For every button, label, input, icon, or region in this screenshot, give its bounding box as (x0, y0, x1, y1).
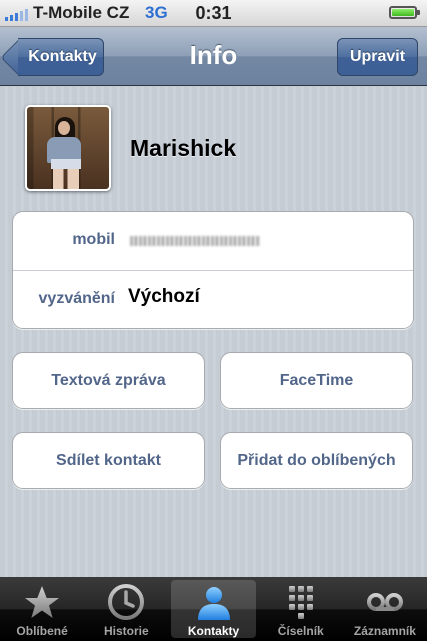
add-to-favorites-button[interactable]: Přidat do oblíbených (220, 432, 413, 489)
tab-label-contacts: Kontakty (187, 624, 240, 638)
star-icon (25, 586, 60, 618)
status-time: 0:31 (195, 3, 232, 23)
clock-icon (108, 584, 145, 620)
ringtone-label: vyzvánění (38, 290, 115, 307)
status-bar: T-Mobile CZ 3G 0:31 (0, 0, 427, 27)
contact-photo[interactable] (25, 105, 111, 191)
tab-bar: Oblíbené Historie Kontakty Číselník Zázn… (0, 577, 427, 641)
navigation-bar: Kontakty Info Upravit (0, 27, 427, 86)
back-button-contacts[interactable]: Kontakty (18, 38, 104, 76)
phone-row[interactable]: mobil (13, 212, 413, 270)
facetime-button[interactable]: FaceTime (220, 352, 413, 409)
battery-icon (389, 6, 420, 19)
ringtone-row[interactable]: vyzvánění Výchozí (13, 270, 413, 329)
contact-info-view: Marishick mobil vyzvánění Výchozí Textov… (0, 87, 427, 577)
contact-fields-group: mobil vyzvánění Výchozí (12, 211, 414, 329)
tab-voicemail[interactable]: Záznamník (343, 577, 427, 641)
ringtone-value: Výchozí (128, 286, 200, 307)
text-message-button[interactable]: Textová zpráva (12, 352, 205, 409)
tab-label-voicemail: Záznamník (353, 624, 416, 638)
person-icon (197, 587, 230, 620)
tab-label-favorites: Oblíbené (16, 624, 68, 638)
tab-favorites[interactable]: Oblíbené (0, 577, 84, 641)
tab-keypad[interactable]: Číselník (259, 577, 343, 641)
contact-name: Marishick (130, 135, 237, 161)
edit-button[interactable]: Upravit (337, 38, 418, 76)
tab-history[interactable]: Historie (84, 577, 168, 641)
tab-label-keypad: Číselník (277, 624, 324, 638)
share-contact-button[interactable]: Sdílet kontakt (12, 432, 205, 489)
phone-label: mobil (72, 231, 115, 248)
phone-number-redacted (130, 236, 260, 246)
tab-label-history: Historie (103, 624, 149, 638)
keypad-icon (288, 586, 313, 619)
voicemail-icon (366, 593, 403, 611)
tab-contacts[interactable]: Kontakty (171, 580, 256, 638)
